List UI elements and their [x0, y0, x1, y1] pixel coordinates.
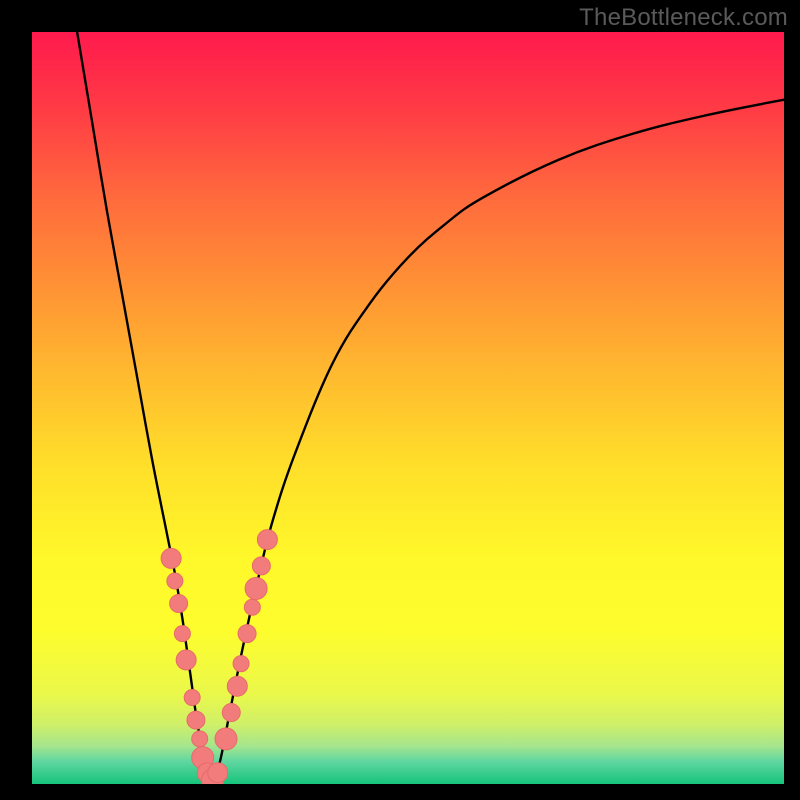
marked-dot [174, 626, 190, 642]
chart-frame: TheBottleneck.com [0, 0, 800, 800]
marked-dot [252, 557, 270, 575]
marked-dot [215, 728, 237, 750]
marked-dot [167, 573, 183, 589]
chart-svg [32, 32, 784, 784]
marked-dot [176, 650, 196, 670]
marked-dot [233, 656, 249, 672]
bottleneck-curve [77, 32, 784, 784]
marked-dot [257, 530, 277, 550]
marked-dot [187, 711, 205, 729]
marked-dot [161, 548, 181, 568]
marked-dot [245, 577, 267, 599]
marked-dot [184, 690, 200, 706]
plot-area [32, 32, 784, 784]
marked-dots-group [161, 530, 277, 784]
watermark-text: TheBottleneck.com [579, 4, 788, 32]
marked-dot [227, 676, 247, 696]
marked-dot [244, 599, 260, 615]
marked-dot [192, 731, 208, 747]
marked-dot [238, 625, 256, 643]
marked-dot [170, 595, 188, 613]
marked-dot [222, 704, 240, 722]
marked-dot [208, 763, 228, 783]
